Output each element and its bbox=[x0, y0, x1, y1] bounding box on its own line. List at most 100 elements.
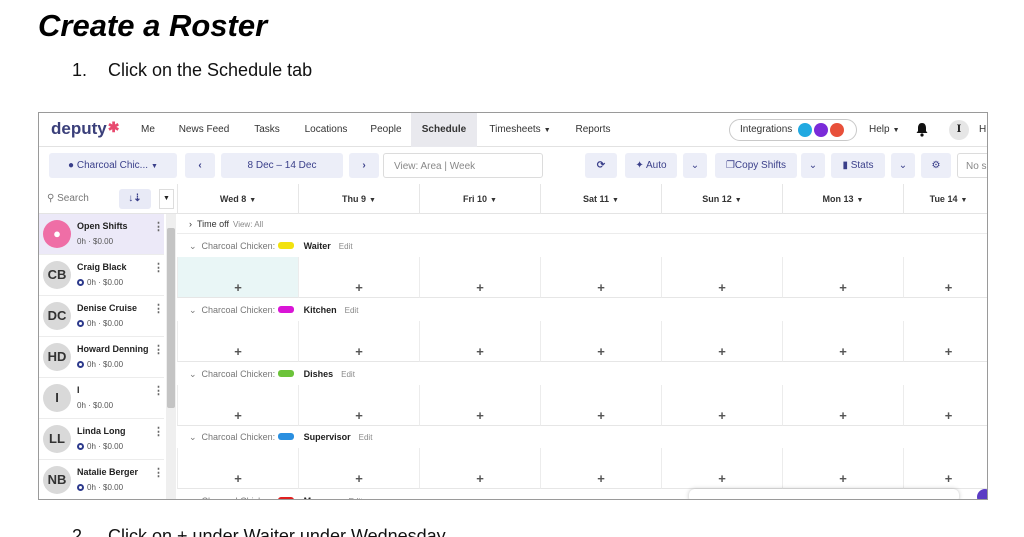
plus-icon[interactable]: + bbox=[420, 472, 540, 485]
nav-schedule[interactable]: Schedule bbox=[411, 113, 477, 147]
kebab-menu-icon[interactable]: ⋮ bbox=[153, 466, 164, 479]
day-header-wed[interactable]: Wed 8 ▼ bbox=[177, 184, 298, 214]
add-shift-cell[interactable]: + bbox=[903, 385, 987, 426]
plus-icon[interactable]: + bbox=[541, 345, 661, 358]
staff-search[interactable]: ⚲ Search bbox=[39, 184, 119, 214]
plus-icon[interactable]: + bbox=[299, 345, 419, 358]
add-shift-cell[interactable]: + bbox=[298, 385, 419, 426]
edit-link[interactable]: Edit bbox=[349, 497, 363, 499]
plus-icon[interactable]: + bbox=[541, 409, 661, 422]
chevron-down-icon[interactable]: ⌄ bbox=[189, 369, 202, 379]
plus-icon[interactable]: + bbox=[178, 345, 298, 358]
plus-icon[interactable]: + bbox=[420, 409, 540, 422]
stats-dropdown[interactable]: ⌄ bbox=[891, 153, 915, 178]
day-header-sat[interactable]: Sat 11 ▼ bbox=[540, 184, 661, 214]
add-shift-cell[interactable]: + bbox=[661, 448, 782, 489]
settings-button[interactable]: ⚙ bbox=[921, 153, 951, 178]
day-header-fri[interactable]: Fri 10 ▼ bbox=[419, 184, 540, 214]
plus-icon[interactable]: + bbox=[178, 281, 298, 294]
integrations-button[interactable]: Integrations bbox=[729, 119, 857, 141]
plus-icon[interactable]: + bbox=[541, 472, 661, 485]
day-header-tue[interactable]: Tue 14 ▼ bbox=[903, 184, 987, 214]
time-off-view[interactable]: View: All bbox=[233, 220, 263, 229]
auto-dropdown[interactable]: ⌄ bbox=[683, 153, 707, 178]
kebab-menu-icon[interactable]: ⋮ bbox=[153, 220, 164, 233]
day-header-thu[interactable]: Thu 9 ▼ bbox=[298, 184, 419, 214]
scrollbar-thumb[interactable] bbox=[167, 228, 175, 408]
kebab-menu-icon[interactable]: ⋮ bbox=[153, 302, 164, 315]
staff-row[interactable]: I I 0h · $0.00 ⋮ bbox=[39, 378, 164, 419]
plus-icon[interactable]: + bbox=[662, 345, 782, 358]
plus-icon[interactable]: + bbox=[662, 409, 782, 422]
day-header-mon[interactable]: Mon 13 ▼ bbox=[782, 184, 903, 214]
kebab-menu-icon[interactable]: ⋮ bbox=[153, 343, 164, 356]
staff-row[interactable]: NB Natalie Berger 0h · $0.00 ⋮ bbox=[39, 460, 164, 499]
add-shift-cell[interactable]: + bbox=[782, 321, 903, 362]
staff-scrollbar[interactable] bbox=[166, 214, 176, 499]
sort-button[interactable]: ↓⇣ bbox=[119, 189, 151, 209]
next-week-button[interactable]: › bbox=[349, 153, 379, 178]
prev-week-button[interactable]: ‹ bbox=[185, 153, 215, 178]
edit-link[interactable]: Edit bbox=[341, 370, 355, 379]
help-menu[interactable]: Help ▼ bbox=[869, 113, 900, 147]
staff-row[interactable]: DC Denise Cruise 0h · $0.00 ⋮ bbox=[39, 296, 164, 337]
plus-icon[interactable]: + bbox=[783, 472, 903, 485]
add-shift-cell[interactable]: + bbox=[661, 321, 782, 362]
add-shift-cell[interactable]: + bbox=[903, 448, 987, 489]
edit-link[interactable]: Edit bbox=[359, 433, 373, 442]
nav-news-feed[interactable]: News Feed bbox=[175, 113, 233, 147]
add-shift-cell[interactable]: + bbox=[540, 321, 661, 362]
nav-timesheets[interactable]: Timesheets ▼ bbox=[485, 113, 555, 147]
add-shift-cell[interactable]: + bbox=[661, 385, 782, 426]
add-shift-cell[interactable]: + bbox=[540, 385, 661, 426]
location-selector[interactable]: ● Charcoal Chic... ▼ bbox=[49, 153, 177, 178]
add-shift-cell-waiter-wed[interactable]: + bbox=[177, 257, 298, 298]
copy-shifts-button[interactable]: ❐Copy Shifts bbox=[715, 153, 797, 178]
plus-icon[interactable]: + bbox=[904, 472, 987, 485]
add-shift-cell[interactable]: + bbox=[782, 448, 903, 489]
chevron-down-icon[interactable]: ⌄ bbox=[189, 241, 202, 251]
add-shift-cell[interactable]: + bbox=[177, 448, 298, 489]
chevron-down-icon[interactable]: ⌄ bbox=[189, 496, 202, 499]
add-shift-cell[interactable]: + bbox=[540, 257, 661, 298]
copy-shifts-dropdown[interactable]: ⌄ bbox=[801, 153, 825, 178]
add-shift-cell[interactable]: + bbox=[298, 321, 419, 362]
refresh-button[interactable]: ⟳ bbox=[585, 153, 617, 178]
add-shift-cell[interactable]: + bbox=[419, 385, 540, 426]
plus-icon[interactable]: + bbox=[783, 281, 903, 294]
bell-icon[interactable] bbox=[915, 122, 929, 137]
plus-icon[interactable]: + bbox=[783, 345, 903, 358]
add-shift-cell[interactable]: + bbox=[298, 448, 419, 489]
stats-button[interactable]: ▮ Stats bbox=[831, 153, 885, 178]
plus-icon[interactable]: + bbox=[420, 281, 540, 294]
plus-icon[interactable]: + bbox=[420, 345, 540, 358]
plus-icon[interactable]: + bbox=[904, 409, 987, 422]
add-shift-cell[interactable]: + bbox=[903, 321, 987, 362]
chevron-down-icon[interactable]: ⌄ bbox=[189, 305, 202, 315]
plus-icon[interactable]: + bbox=[299, 472, 419, 485]
add-shift-cell[interactable]: + bbox=[419, 257, 540, 298]
sort-dropdown[interactable]: ▼ bbox=[159, 189, 174, 209]
add-shift-cell[interactable]: + bbox=[540, 448, 661, 489]
day-header-sun[interactable]: Sun 12 ▼ bbox=[661, 184, 782, 214]
nav-locations[interactable]: Locations bbox=[299, 113, 353, 147]
nav-people[interactable]: People bbox=[363, 113, 409, 147]
add-shift-cell[interactable]: + bbox=[661, 257, 782, 298]
staff-row[interactable]: LL Linda Long 0h · $0.00 ⋮ bbox=[39, 419, 164, 460]
plus-icon[interactable]: + bbox=[904, 281, 987, 294]
plus-icon[interactable]: + bbox=[904, 345, 987, 358]
chat-launcher-icon[interactable] bbox=[977, 489, 987, 499]
add-shift-cell[interactable]: + bbox=[782, 257, 903, 298]
add-shift-cell[interactable]: + bbox=[419, 321, 540, 362]
plus-icon[interactable]: + bbox=[178, 472, 298, 485]
kebab-menu-icon[interactable]: ⋮ bbox=[153, 384, 164, 397]
staff-row-open-shifts[interactable]: ● Open Shifts 0h · $0.00 ⋮ bbox=[39, 214, 164, 255]
add-shift-cell[interactable]: + bbox=[298, 257, 419, 298]
plus-icon[interactable]: + bbox=[299, 281, 419, 294]
edit-link[interactable]: Edit bbox=[345, 306, 359, 315]
kebab-menu-icon[interactable]: ⋮ bbox=[153, 261, 164, 274]
plus-icon[interactable]: + bbox=[662, 281, 782, 294]
staff-row[interactable]: CB Craig Black 0h · $0.00 ⋮ bbox=[39, 255, 164, 296]
date-range-picker[interactable]: 8 Dec – 14 Dec bbox=[221, 153, 343, 178]
chevron-down-icon[interactable]: ⌄ bbox=[189, 432, 202, 442]
